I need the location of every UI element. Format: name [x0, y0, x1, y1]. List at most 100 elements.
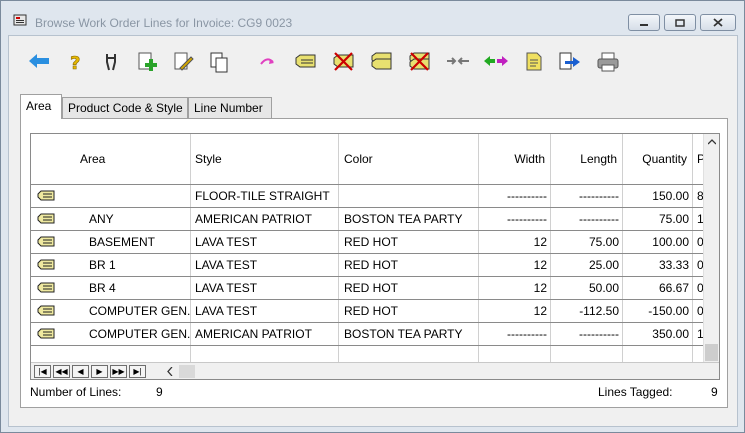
help-icon: ? [70, 53, 81, 74]
cell-quantity: 350.00 [652, 327, 689, 341]
next-record-button[interactable]: ▶ [91, 365, 108, 378]
cell-area: BR 4 [89, 281, 116, 295]
copy-line-button[interactable] [207, 50, 233, 74]
number-of-lines-label: Number of Lines: [30, 385, 122, 399]
help-button[interactable]: ? [64, 50, 90, 74]
print-button[interactable] [595, 50, 621, 74]
client-area: ? Area Product Code & Style Line Number … [8, 35, 738, 427]
cell-quantity: 33.33 [658, 258, 689, 272]
tag-all-button[interactable] [369, 50, 395, 74]
add-line-button[interactable] [135, 50, 161, 74]
horizontal-scroll-thumb[interactable] [179, 365, 195, 378]
cell-style: AMERICAN PATRIOT [195, 327, 312, 341]
grid-header: Area Style Color Width Length Quantity P [31, 134, 705, 184]
export-icon [559, 52, 580, 70]
previous-record-button[interactable]: ◀ [72, 365, 89, 378]
table-row[interactable]: FLOOR-TILE STRAIGHT ---------- ---------- 1… [31, 184, 704, 207]
cell-quantity: -150.00 [648, 304, 689, 318]
maximize-button[interactable] [664, 14, 696, 31]
tag-icon[interactable] [37, 236, 55, 247]
back-arrow-button[interactable] [27, 50, 53, 74]
cell-color: RED HOT [344, 304, 398, 318]
tab-area[interactable]: Area [20, 94, 62, 119]
note-button[interactable] [521, 50, 547, 74]
column-header-quantity[interactable]: Quantity [625, 152, 687, 166]
copy-line-icon [210, 52, 228, 73]
swap-icon [484, 56, 508, 66]
cell-length: 75.00 [588, 235, 619, 249]
cell-style: LAVA TEST [195, 304, 258, 318]
scroll-left-icon[interactable] [167, 367, 173, 376]
svg-text:?: ? [70, 53, 80, 74]
tag-line-button[interactable] [293, 50, 319, 74]
tag-icon[interactable] [37, 282, 55, 293]
vertical-scroll-thumb[interactable] [705, 344, 718, 361]
tag-icon[interactable] [37, 213, 55, 224]
close-button[interactable] [700, 14, 736, 31]
cell-quantity: 75.00 [658, 212, 689, 226]
cell-width: ---------- [507, 189, 547, 203]
untag-line-button[interactable] [331, 50, 357, 74]
work-order-lines-grid[interactable]: Area Style Color Width Length Quantity P… [30, 133, 720, 380]
scroll-up-icon[interactable] [708, 139, 716, 145]
tag-icon[interactable] [37, 328, 55, 339]
cell-width: ---------- [507, 212, 547, 226]
tab-product-code-style[interactable]: Product Code & Style [62, 97, 188, 118]
table-row[interactable]: BR 1 LAVA TEST RED HOT 12 25.00 33.33 0 [31, 253, 704, 276]
table-row[interactable]: BR 4 LAVA TEST RED HOT 12 50.00 66.67 0 [31, 276, 704, 299]
column-header-color[interactable]: Color [344, 152, 373, 166]
cell-color: RED HOT [344, 281, 398, 295]
cell-style: AMERICAN PATRIOT [195, 212, 312, 226]
tools-button[interactable] [99, 50, 125, 74]
cell-width: 12 [533, 235, 547, 249]
cell-color: RED HOT [344, 235, 398, 249]
window-title: Browse Work Order Lines for Invoice: CG9… [35, 16, 293, 30]
vertical-scrollbar[interactable] [703, 134, 719, 362]
tag-icon[interactable] [37, 305, 55, 316]
app-icon [13, 14, 27, 26]
cell-area: COMPUTER GEN. [89, 327, 191, 341]
column-header-width[interactable]: Width [481, 152, 545, 166]
untag-all-icon [409, 52, 430, 71]
table-row[interactable]: BASEMENT LAVA TEST RED HOT 12 75.00 100.00 0 [31, 230, 704, 253]
cell-width: 12 [533, 258, 547, 272]
last-record-button[interactable]: ▶| [129, 365, 146, 378]
cell-style: FLOOR-TILE STRAIGHT [195, 189, 330, 203]
page-down-button[interactable]: ▶▶ [110, 365, 127, 378]
page-up-button[interactable]: ◀◀ [53, 365, 70, 378]
cell-style: LAVA TEST [195, 235, 258, 249]
column-header-area[interactable]: Area [80, 152, 105, 166]
cell-quantity: 66.67 [658, 281, 689, 295]
column-header-length[interactable]: Length [553, 152, 617, 166]
cell-style: LAVA TEST [195, 258, 258, 272]
cell-area: BR 1 [89, 258, 116, 272]
table-row[interactable]: COMPUTER GEN. LAVA TEST RED HOT 12 -112.50 -1… [31, 299, 704, 322]
lines-tagged-value: 9 [711, 385, 718, 399]
column-header-style[interactable]: Style [195, 152, 222, 166]
redo-button[interactable] [255, 50, 281, 74]
table-row[interactable]: COMPUTER GEN. AMERICAN PATRIOT BOSTON TEA … [31, 322, 704, 345]
tag-icon[interactable] [37, 259, 55, 270]
cell-width: ---------- [507, 327, 547, 341]
tab-line-number[interactable]: Line Number [188, 97, 272, 118]
title-bar: Browse Work Order Lines for Invoice: CG9… [1, 1, 744, 35]
table-row[interactable]: ANY AMERICAN PATRIOT BOSTON TEA PARTY -----… [31, 207, 704, 230]
swap-button[interactable] [483, 50, 509, 74]
cell-width: 12 [533, 281, 547, 295]
transfer-button[interactable] [445, 50, 471, 74]
cell-length: ---------- [579, 327, 619, 341]
first-record-button[interactable]: |◀ [34, 365, 51, 378]
cell-length: ---------- [579, 189, 619, 203]
tag-line-icon [295, 54, 316, 68]
tools-icon [106, 54, 116, 71]
untag-all-button[interactable] [407, 50, 433, 74]
redo-icon [260, 58, 274, 65]
status-footer: Number of Lines: 9 Lines Tagged: 9 [9, 382, 737, 402]
browse-window: Browse Work Order Lines for Invoice: CG9… [0, 0, 745, 433]
minimize-button[interactable] [628, 14, 660, 31]
note-icon [526, 52, 542, 71]
cell-width: 12 [533, 304, 547, 318]
edit-line-button[interactable] [171, 50, 197, 74]
export-button[interactable] [557, 50, 583, 74]
tag-icon[interactable] [37, 190, 55, 201]
